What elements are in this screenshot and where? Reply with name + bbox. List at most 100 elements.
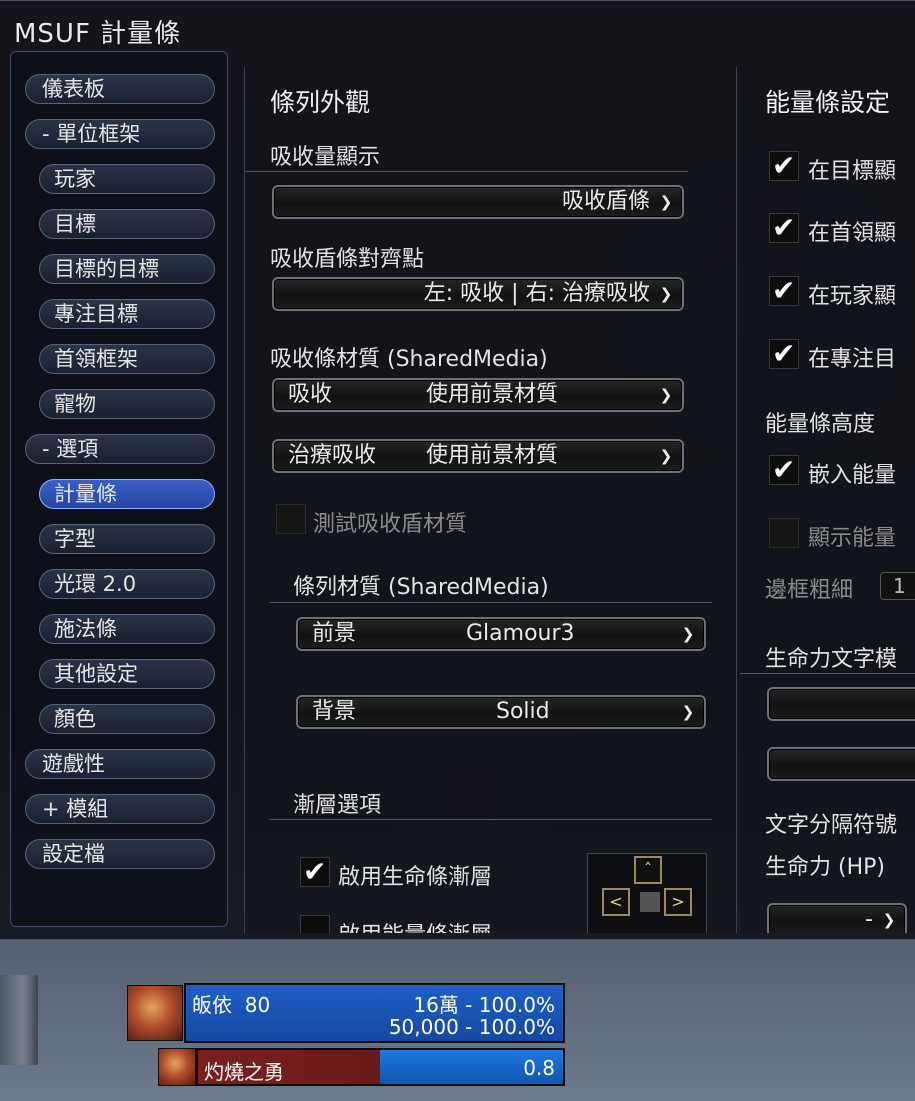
absorb-anchor-dropdown[interactable]: 左: 吸收 | 右: 治療吸收 ❯ (272, 277, 684, 311)
power-embed-label: 嵌入能量 (808, 463, 897, 488)
arrow-up-button[interactable]: ˆ (634, 856, 662, 884)
chevron-down-icon: ❯ (659, 447, 673, 465)
player-portrait[interactable] (127, 985, 183, 1041)
absorb-anchor-label: 吸收盾條對齊點 (270, 247, 425, 272)
divider (269, 602, 712, 603)
absorb-texture-label: 吸收條材質 (SharedMedia) (270, 347, 548, 372)
sidebar-item-gameplay[interactable]: 遊戲性 (25, 749, 215, 779)
chevron-down-icon: ❯ (882, 911, 896, 929)
gradient-direction-pad: ˆ < > (587, 853, 707, 933)
absorb-display-label: 吸收量顯示 (270, 145, 381, 170)
hp-separator-dropdown[interactable]: - ❯ (767, 903, 907, 933)
sidebar-item-castbar[interactable]: 施法條 (39, 614, 215, 644)
absorb-display-dropdown[interactable]: 吸收盾條 ❯ (272, 185, 684, 219)
sidebar-item-boss[interactable]: 首領框架 (39, 344, 215, 374)
absorb-texture-value: 使用前景材質 (426, 382, 559, 407)
pet-portrait[interactable] (158, 1048, 196, 1086)
sidebar-item-bars[interactable]: 計量條 (39, 479, 215, 509)
power-gradient-checkbox[interactable] (300, 915, 330, 933)
power-height-label: 能量條高度 (765, 412, 876, 437)
heal-absorb-texture-dropdown[interactable]: 治療吸收 使用前景材質 ❯ (272, 439, 684, 473)
sidebar-item-target-of-target[interactable]: 目標的目標 (39, 254, 215, 284)
arrow-right-button[interactable]: > (664, 888, 692, 916)
sidebar-item-colors[interactable]: 顏色 (39, 704, 215, 734)
chevron-down-icon: ❯ (659, 193, 673, 211)
divider (269, 819, 712, 820)
check-icon: ✔ (772, 274, 796, 307)
hp-text-mode-dropdown-2[interactable] (767, 747, 915, 781)
hp-text-mode-dropdown-1[interactable] (767, 687, 915, 721)
background-name: 背景 (312, 699, 357, 724)
pet-name: 灼燒之勇 (204, 1060, 284, 1084)
power-boss-checkbox[interactable]: ✔ (769, 213, 799, 243)
sidebar-item-fonts[interactable]: 字型 (39, 524, 215, 554)
check-icon: ✔ (303, 855, 327, 888)
power-gradient-label: 啟用能量條漸層 (338, 917, 492, 933)
power-bar-heading: 能量條設定 (765, 88, 891, 117)
sidebar-item-unit-frames[interactable]: - 單位框架 (25, 119, 215, 149)
sidebar-item-player[interactable]: 玩家 (39, 164, 215, 194)
foreground-name: 前景 (312, 621, 357, 646)
check-icon: ✔ (772, 211, 796, 244)
foreground-texture-dropdown[interactable]: 前景 Glamour3 ❯ (296, 617, 706, 651)
power-target-checkbox[interactable]: ✔ (769, 151, 799, 181)
check-icon: ✔ (772, 337, 796, 370)
foreground-value: Glamour3 (466, 621, 575, 646)
sidebar-item-focus[interactable]: 專注目標 (39, 299, 215, 329)
border-thickness-label: 邊框粗細 (765, 578, 854, 603)
sidebar-item-options[interactable]: - 選項 (25, 434, 215, 464)
show-power-label: 顯示能量 (808, 526, 897, 551)
power-focus-checkbox[interactable]: ✔ (769, 339, 799, 369)
player-level: 80 (244, 993, 271, 1017)
sidebar-item-modules[interactable]: + 模組 (25, 794, 215, 824)
arrow-left-button[interactable]: < (602, 888, 630, 916)
check-icon: ✔ (772, 149, 796, 182)
sidebar-item-pet[interactable]: 寵物 (39, 389, 215, 419)
background-texture-dropdown[interactable]: 背景 Solid ❯ (296, 695, 706, 729)
pet-frame[interactable]: 灼燒之勇 0.8 (196, 1048, 565, 1086)
player-frame[interactable]: 皈依 80 16萬 - 100.0% 50,000 - 100.0% (184, 983, 565, 1043)
chevron-down-icon: ❯ (681, 625, 695, 643)
hp-text-mode-label: 生命力文字模 (765, 647, 898, 672)
arrow-center (640, 892, 660, 912)
power-boss-label: 在首領顯 (808, 221, 897, 246)
chevron-down-icon: ❯ (681, 703, 695, 721)
sidebar-item-misc[interactable]: 其他設定 (39, 659, 215, 689)
test-absorb-label: 測試吸收盾材質 (313, 512, 468, 537)
sidebar-item-profiles[interactable]: 設定檔 (25, 839, 215, 869)
power-bar-panel: 能量條設定 ✔ 在目標顯 ✔ 在首領顯 ✔ 在玩家顯 ✔ 在專注目 能量條高度 … (740, 67, 915, 933)
absorb-texture-dropdown[interactable]: 吸收 使用前景材質 ❯ (272, 378, 684, 412)
power-player-checkbox[interactable]: ✔ (769, 276, 799, 306)
text-separator-label: 文字分隔符號 (765, 813, 898, 838)
window-title: MSUF 計量條 (14, 19, 182, 49)
background-value: Solid (496, 699, 550, 724)
hp-gradient-checkbox[interactable]: ✔ (300, 857, 330, 887)
hp-gradient-label: 啟用生命條漸層 (338, 865, 493, 890)
player-hp-text: 16萬 - 100.0% (413, 993, 555, 1017)
player-power-text: 50,000 - 100.0% (388, 1015, 555, 1039)
chevron-down-icon: ❯ (659, 386, 673, 404)
absorb-anchor-value: 左: 吸收 | 右: 治療吸收 (423, 281, 650, 306)
player-name: 皈依 80 (192, 989, 270, 1018)
show-power-checkbox[interactable] (769, 518, 799, 548)
divider (245, 171, 688, 172)
sidebar-item-dashboard[interactable]: 儀表板 (25, 74, 215, 104)
heal-absorb-texture-name: 治療吸收 (288, 443, 377, 468)
bar-texture-label: 條列材質 (SharedMedia) (293, 575, 549, 600)
bar-appearance-panel: 條列外觀 吸收量顯示 吸收盾條 ❯ 吸收盾條對齊點 左: 吸收 | 右: 治療吸… (244, 67, 737, 933)
sidebar: 儀表板 - 單位框架 玩家 目標 目標的目標 專注目標 首領框架 寵物 - 選項… (10, 51, 228, 927)
settings-window: MSUF 計量條 儀表板 - 單位框架 玩家 目標 目標的目標 專注目標 首領框… (0, 0, 915, 940)
gradient-options-label: 漸層選項 (293, 793, 382, 818)
test-absorb-checkbox[interactable] (276, 504, 306, 534)
world-pillar (0, 975, 38, 1065)
pet-value: 0.8 (523, 1056, 555, 1080)
player-name-text: 皈依 (192, 993, 232, 1017)
bar-appearance-heading: 條列外觀 (270, 88, 371, 117)
power-embed-checkbox[interactable]: ✔ (769, 455, 799, 485)
divider (740, 673, 915, 674)
sidebar-item-target[interactable]: 目標 (39, 209, 215, 239)
sidebar-item-auras[interactable]: 光環 2.0 (39, 569, 215, 599)
border-thickness-input[interactable]: 1 (880, 572, 915, 600)
heal-absorb-texture-value: 使用前景材質 (426, 443, 559, 468)
power-focus-label: 在專注目 (808, 347, 897, 372)
